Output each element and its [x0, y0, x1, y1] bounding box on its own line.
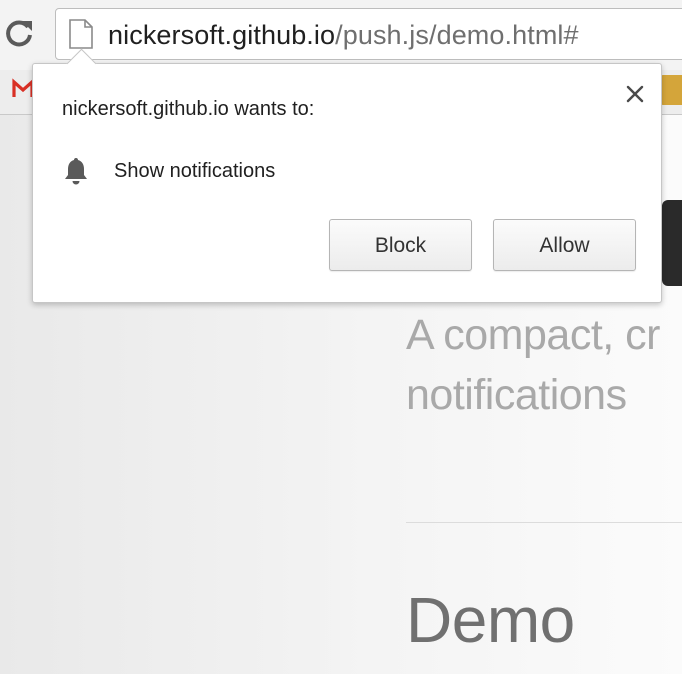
prompt-title: nickersoft.github.io wants to:: [62, 98, 315, 120]
bookmark-favicon[interactable]: [660, 75, 682, 105]
url-path: /push.js/demo.html#: [335, 20, 579, 50]
url-text[interactable]: nickersoft.github.io/push.js/demo.html#: [108, 19, 579, 51]
url-host: nickersoft.github.io: [108, 20, 336, 50]
page-tagline: A compact, cr notifications: [406, 305, 660, 425]
bell-icon: [62, 156, 90, 186]
page-icon: [68, 19, 94, 49]
notification-permission-prompt: nickersoft.github.io wants to: Show noti…: [32, 48, 662, 303]
reload-icon[interactable]: [2, 16, 36, 50]
demo-heading: Demo: [406, 584, 575, 656]
permission-label: Show notifications: [114, 160, 276, 182]
tagline-line-2: notifications: [406, 371, 627, 419]
browser-toolbar: nickersoft.github.io/push.js/demo.html#: [0, 0, 682, 70]
page-title-fragment: [662, 200, 682, 286]
gmail-icon[interactable]: [12, 78, 34, 100]
block-button[interactable]: Block: [329, 219, 472, 271]
allow-button[interactable]: Allow: [493, 219, 636, 271]
close-icon[interactable]: [623, 82, 647, 106]
section-divider: [406, 522, 682, 523]
address-bar[interactable]: nickersoft.github.io/push.js/demo.html#: [55, 8, 682, 60]
tagline-line-1: A compact, cr: [406, 311, 660, 359]
